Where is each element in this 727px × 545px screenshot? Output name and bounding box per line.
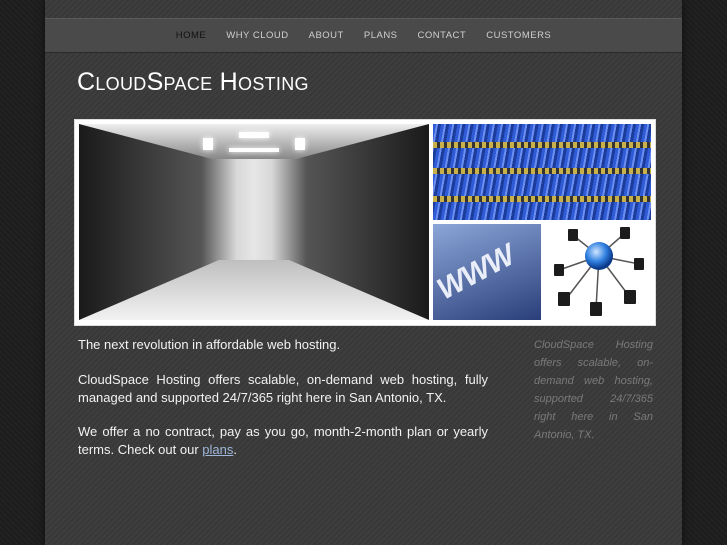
intro-paragraph: CloudSpace Hosting offers scalable, on-d… bbox=[78, 372, 488, 405]
nav-plans[interactable]: PLANS bbox=[354, 30, 408, 41]
page-container: HOME WHY CLOUD ABOUT PLANS CONTACT CUSTO… bbox=[45, 0, 682, 545]
globe-network-icon bbox=[554, 227, 644, 316]
tagline: The next revolution in affordable web ho… bbox=[78, 337, 341, 352]
server-room-image bbox=[79, 124, 429, 320]
plans-paragraph-text: We offer a no contract, pay as you go, m… bbox=[78, 424, 488, 457]
network-cables-image bbox=[433, 124, 651, 220]
nav-home[interactable]: HOME bbox=[166, 30, 217, 41]
plans-paragraph: We offer a no contract, pay as you go, m… bbox=[78, 423, 488, 459]
sidebar-text: CloudSpace Hosting offers scalable, on-d… bbox=[534, 339, 653, 441]
nav-about[interactable]: ABOUT bbox=[299, 30, 354, 41]
nav-contact[interactable]: CONTACT bbox=[408, 30, 477, 41]
plans-paragraph-end: . bbox=[233, 442, 237, 457]
network-globe-image bbox=[544, 224, 651, 320]
nav-why-cloud[interactable]: WHY CLOUD bbox=[216, 30, 298, 41]
www-graphic-text: WWW bbox=[433, 238, 520, 307]
site-title: CloudSpace Hosting bbox=[77, 68, 309, 96]
www-image: WWW bbox=[433, 224, 541, 320]
hero-banner: WWW bbox=[74, 119, 656, 326]
main-nav: HOME WHY CLOUD ABOUT PLANS CONTACT CUSTO… bbox=[45, 18, 682, 53]
plans-link[interactable]: plans bbox=[202, 442, 233, 457]
nav-customers[interactable]: CUSTOMERS bbox=[476, 30, 561, 41]
